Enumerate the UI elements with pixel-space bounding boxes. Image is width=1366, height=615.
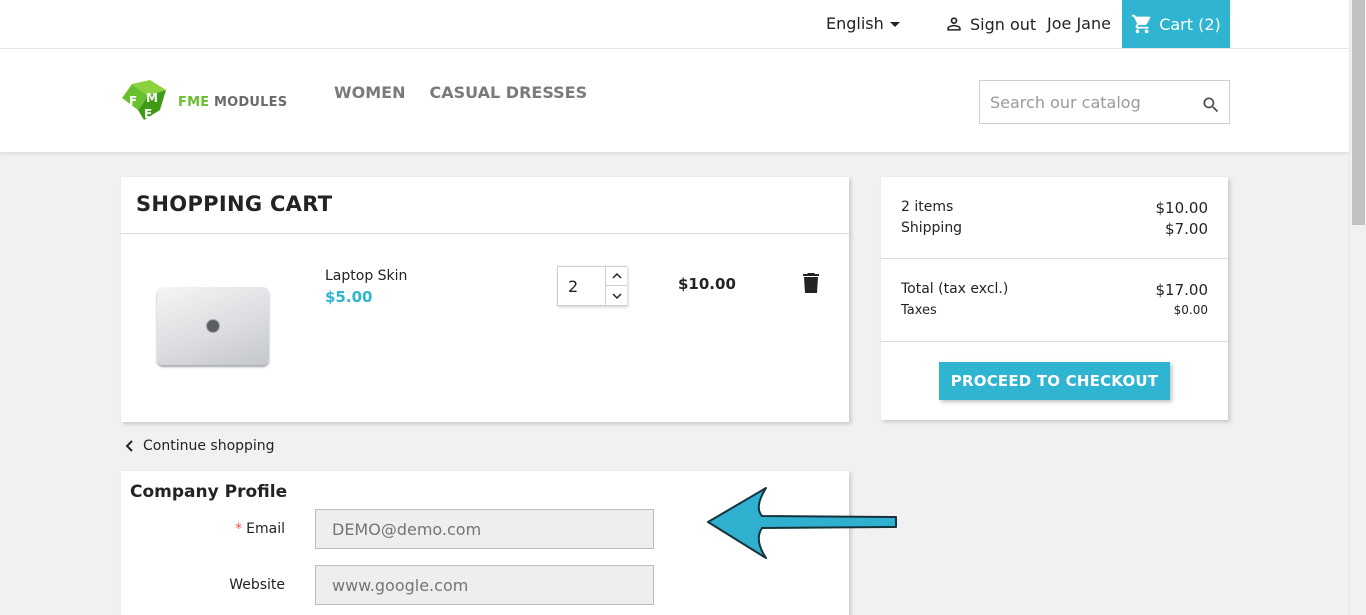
- sign-out-link[interactable]: Sign out: [944, 14, 1036, 34]
- language-selector[interactable]: English: [826, 14, 900, 33]
- summary-shipping-label: Shipping: [901, 220, 963, 236]
- email-label: * Email: [121, 521, 285, 537]
- proceed-to-checkout-button[interactable]: PROCEED TO CHECKOUT: [939, 362, 1170, 400]
- website-field[interactable]: [315, 565, 654, 605]
- search-box: [979, 80, 1230, 124]
- continue-shopping-link[interactable]: Continue shopping: [125, 438, 275, 454]
- summary-shipping-amount: $7.00: [1165, 220, 1208, 238]
- summary-total-row: Total (tax excl.) $17.00: [901, 281, 1208, 299]
- required-asterisk: *: [235, 521, 243, 537]
- site-header: F M E FME MODULES WOMEN CASUAL DRESSES: [0, 49, 1349, 152]
- chevron-left-icon: [125, 440, 133, 452]
- chevron-down-icon: [611, 292, 622, 299]
- email-field[interactable]: [315, 509, 654, 549]
- product-unit-price: $5.00: [325, 288, 373, 306]
- summary-total-label: Total (tax excl.): [901, 281, 1009, 297]
- email-label-text: Email: [246, 521, 285, 537]
- summary-taxes-amount: $0.00: [1173, 303, 1208, 317]
- summary-items-row: 2 items $10.00: [901, 199, 1208, 217]
- person-icon: [947, 17, 961, 31]
- language-label: English: [826, 14, 884, 33]
- search-input[interactable]: [980, 81, 1180, 123]
- summary-total-amount: $17.00: [1155, 281, 1209, 299]
- cart-icon: [1132, 14, 1151, 34]
- continue-shopping-label: Continue shopping: [143, 438, 275, 454]
- cart-label: Cart (2): [1159, 14, 1221, 34]
- quantity-increase-button[interactable]: [605, 267, 627, 286]
- caret-down-icon: [889, 22, 900, 27]
- website-label: Website: [229, 577, 285, 593]
- remove-item-button[interactable]: [803, 273, 819, 297]
- account-name-link[interactable]: Joe Jane: [1047, 14, 1111, 33]
- quantity-decrease-button[interactable]: [605, 286, 627, 305]
- top-bar: English Sign out Joe Jane Cart (2): [0, 0, 1349, 49]
- logo-text: FME MODULES: [178, 95, 287, 110]
- summary-items-label: 2 items: [901, 199, 954, 215]
- summary-divider: [881, 258, 1228, 259]
- company-profile-title: Company Profile: [130, 482, 288, 502]
- cart-button[interactable]: Cart (2): [1122, 0, 1230, 48]
- line-total: $10.00: [678, 275, 736, 293]
- svg-text:E: E: [144, 107, 152, 121]
- svg-text:M: M: [146, 91, 158, 105]
- summary-shipping-row: Shipping $7.00: [901, 220, 1208, 238]
- logo-cube-icon: F M E: [122, 80, 166, 121]
- product-image[interactable]: [157, 287, 269, 365]
- summary-taxes-row: Taxes $0.00: [901, 303, 1208, 318]
- arrow-left-icon: [707, 487, 897, 559]
- product-name-link[interactable]: Laptop Skin: [325, 268, 407, 284]
- scrollbar-thumb[interactable]: [1352, 0, 1365, 225]
- quantity-input[interactable]: 2: [568, 277, 578, 296]
- summary-taxes-label: Taxes: [901, 303, 937, 318]
- search-icon[interactable]: [1201, 95, 1221, 115]
- chevron-up-icon: [611, 272, 622, 279]
- cart-summary-panel: 2 items $10.00 Shipping $7.00 Total (tax…: [881, 177, 1228, 420]
- cart-title: SHOPPING CART: [121, 177, 849, 234]
- trash-icon: [803, 273, 819, 293]
- summary-divider: [881, 341, 1228, 342]
- nav-item-casual-dresses[interactable]: CASUAL DRESSES: [430, 83, 588, 102]
- summary-items-amount: $10.00: [1155, 199, 1209, 217]
- laptop-logo-icon: [206, 319, 220, 333]
- shopping-cart-panel: SHOPPING CART Laptop Skin $5.00 2 $10.00: [121, 177, 849, 422]
- logo-word-modules: MODULES: [209, 94, 288, 110]
- logo-word-fme: FME: [178, 94, 210, 110]
- sign-out-label: Sign out: [970, 14, 1037, 34]
- main-nav: WOMEN CASUAL DRESSES: [334, 83, 587, 102]
- svg-text:F: F: [129, 94, 137, 108]
- quantity-stepper: 2: [557, 266, 627, 306]
- nav-item-women[interactable]: WOMEN: [334, 83, 406, 102]
- site-logo[interactable]: F M E FME MODULES: [120, 80, 287, 124]
- page-scrollbar[interactable]: [1349, 0, 1366, 615]
